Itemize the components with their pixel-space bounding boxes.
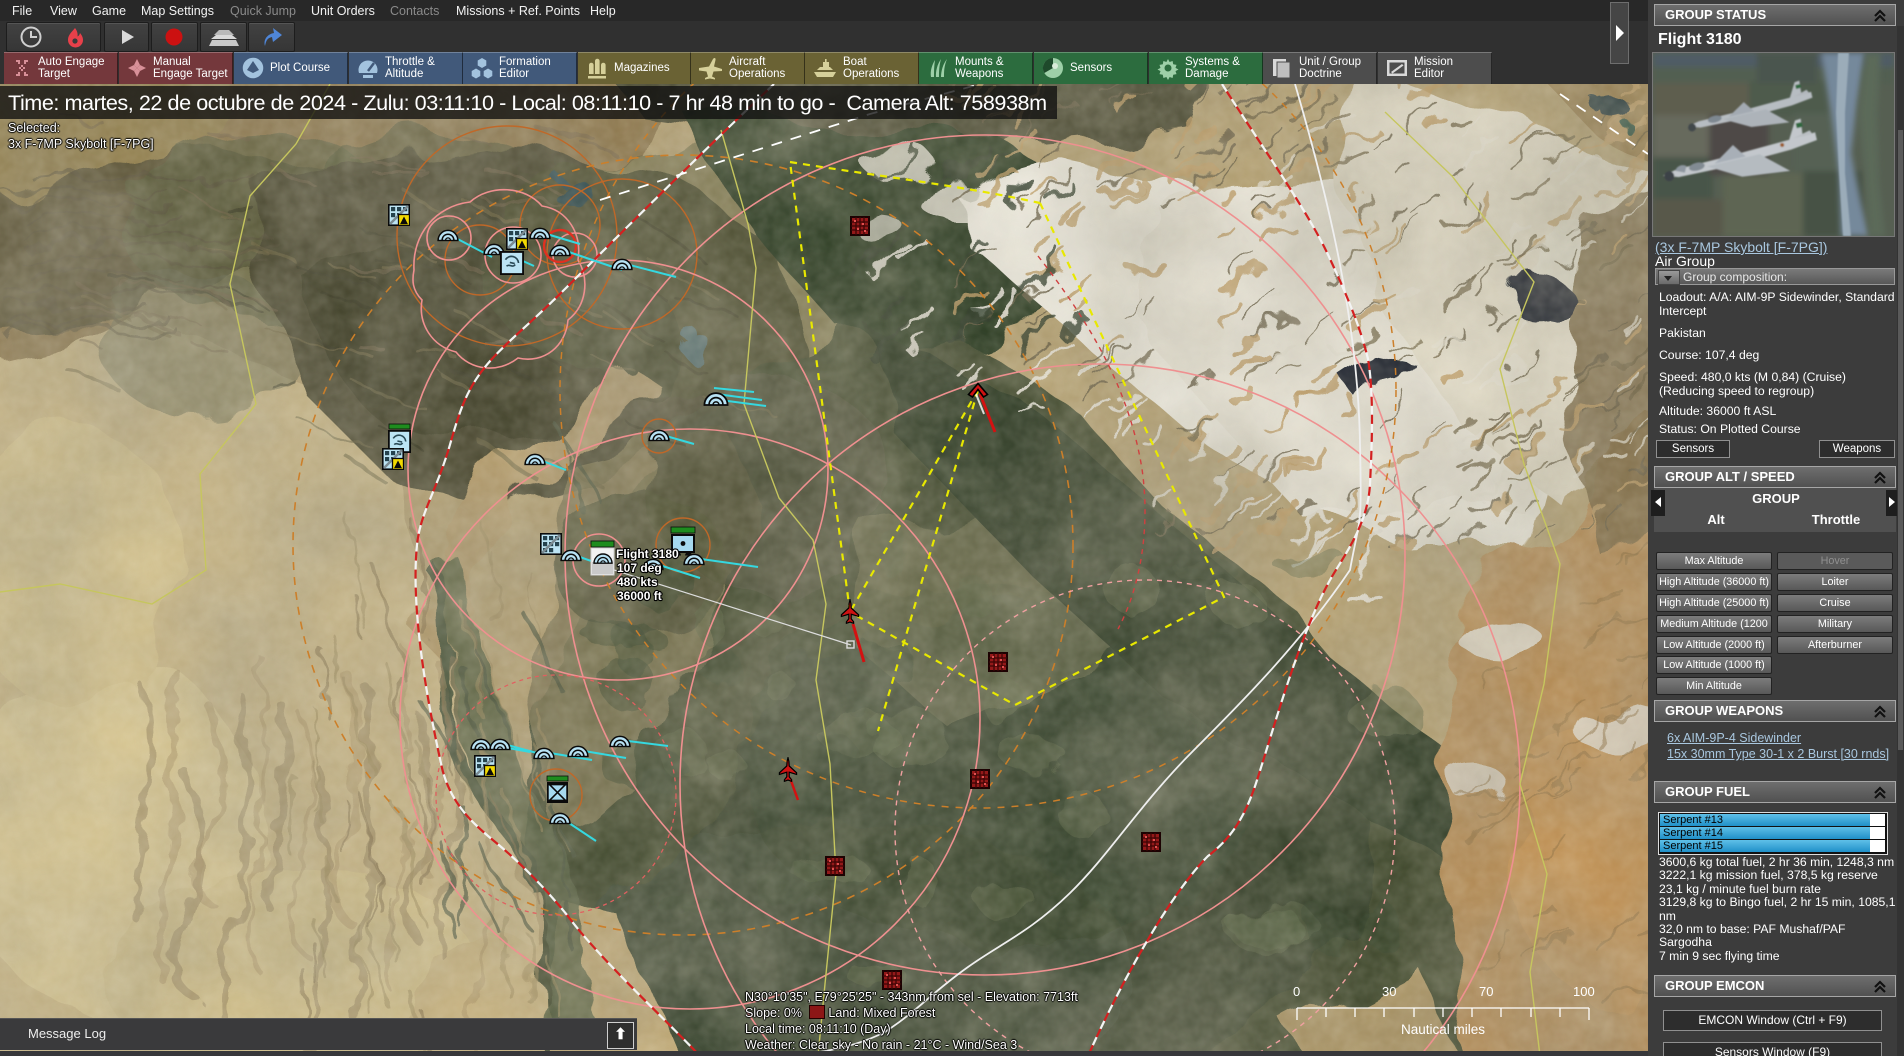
svg-text:70: 70 [1479, 984, 1493, 999]
svg-text:107 deg: 107 deg [617, 561, 662, 575]
svg-text:Flight 3180: Flight 3180 [616, 547, 679, 561]
svg-text:100: 100 [1573, 984, 1595, 999]
svg-text:480 kts: 480 kts [617, 575, 658, 589]
svg-text:Nautical miles: Nautical miles [1401, 1022, 1485, 1037]
svg-text:30: 30 [1382, 984, 1396, 999]
svg-text:36000 ft: 36000 ft [617, 589, 662, 603]
svg-text:0: 0 [1293, 984, 1300, 999]
